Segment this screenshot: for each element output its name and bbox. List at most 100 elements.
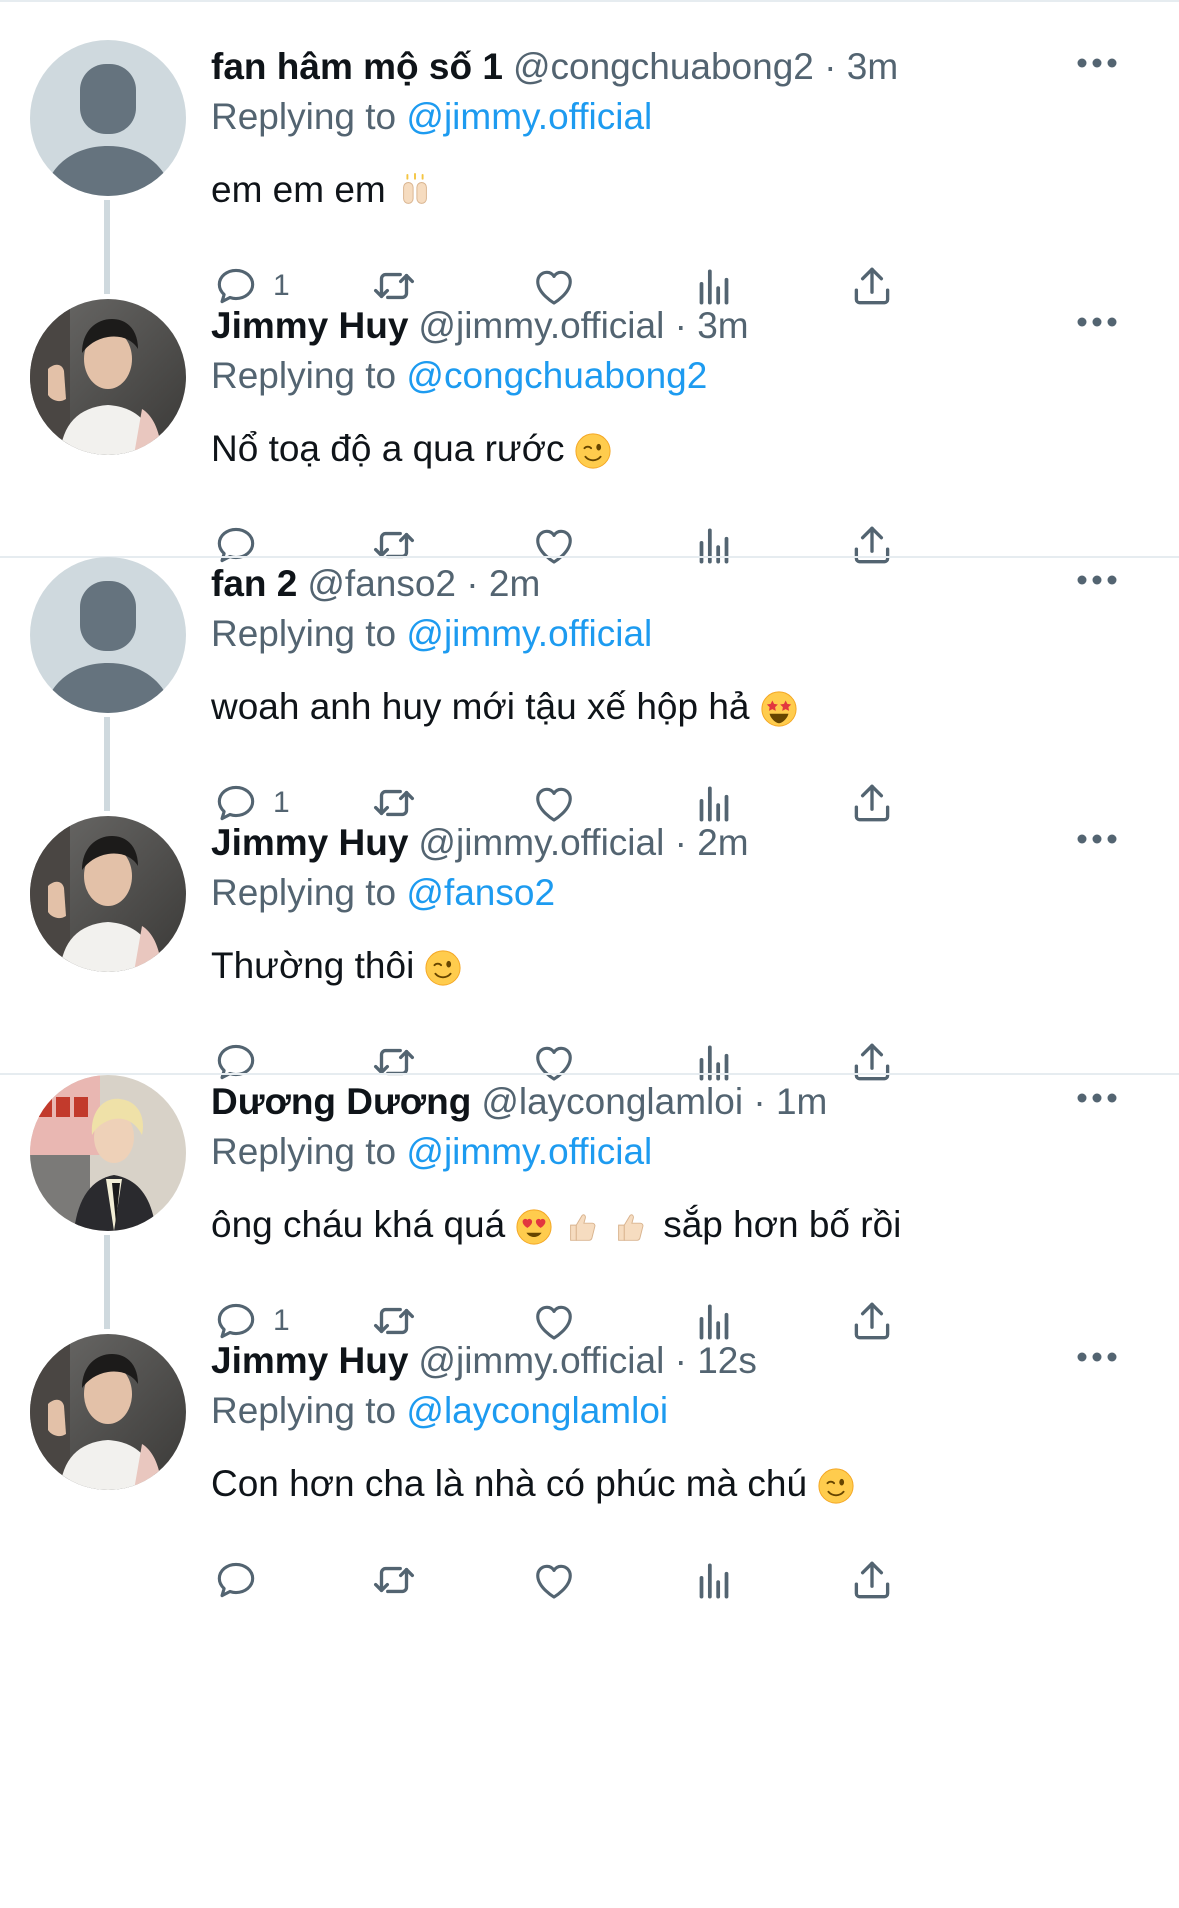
replying-to-label: Replying to: [211, 1390, 397, 1431]
author-meta: @jimmy.official · 12s: [418, 1340, 756, 1381]
reply-icon: [211, 1555, 261, 1605]
replying-to-handle-link[interactable]: @fanso2: [406, 872, 555, 913]
author-meta: @jimmy.official · 3m: [418, 305, 748, 346]
author-handle[interactable]: @jimmy.official: [418, 822, 664, 863]
tweet-text: Thường thôi: [211, 942, 462, 990]
replying-to-handle-link[interactable]: @jimmy.official: [406, 613, 652, 654]
tweet-text: woah anh huy mới tậu xế hộp hả: [211, 683, 798, 731]
tweet-time[interactable]: 3m: [697, 305, 748, 346]
meta-separator: ·: [743, 1081, 776, 1122]
tweet-text-body-after: sắp hơn bố rồi: [663, 1204, 902, 1245]
reply-count: 1: [273, 786, 290, 819]
replying-to-label: Replying to: [211, 96, 397, 137]
more-options-icon[interactable]: [1069, 1334, 1125, 1380]
tweet-text: Nổ toạ độ a qua rước: [211, 425, 612, 473]
author-handle[interactable]: @jimmy.official: [418, 1340, 664, 1381]
more-options-icon[interactable]: [1069, 816, 1125, 862]
tweet-header: fan 2 @fanso2 · 2m: [211, 561, 540, 607]
author-meta: @layconglamloi · 1m: [481, 1081, 827, 1122]
retweet-button[interactable]: [369, 1552, 419, 1608]
author-meta: @jimmy.official · 2m: [418, 822, 748, 863]
tweet-time[interactable]: 3m: [847, 46, 898, 87]
thumbs-up-emoji: [611, 1208, 649, 1246]
winking-face-emoji: [574, 432, 612, 470]
analytics-button[interactable]: [689, 1552, 739, 1608]
avatar[interactable]: [30, 1334, 186, 1490]
author-handle[interactable]: @congchuabong2: [513, 46, 814, 87]
replying-to-handle-link[interactable]: @congchuabong2: [406, 355, 707, 396]
tweet-text-body: ông cháu khá quá: [211, 1204, 506, 1245]
tweet-time[interactable]: 12s: [697, 1340, 757, 1381]
like-icon: [529, 1555, 579, 1605]
tweet-header: Jimmy Huy @jimmy.official · 12s: [211, 1338, 757, 1384]
winking-face-emoji: [817, 1467, 855, 1505]
share-icon: [847, 1555, 897, 1605]
author-handle[interactable]: @layconglamloi: [481, 1081, 743, 1122]
share-button[interactable]: [847, 1552, 897, 1608]
tweet-time[interactable]: 1m: [776, 1081, 827, 1122]
replying-to-label: Replying to: [211, 1131, 397, 1172]
meta-separator: ·: [813, 46, 847, 87]
tweet[interactable]: Jimmy Huy @jimmy.official · 12s Replying t…: [0, 1334, 1179, 1649]
tweet-text: em em em: [211, 166, 434, 214]
tweet-header: Jimmy Huy @jimmy.official · 3m: [211, 303, 749, 349]
author-handle[interactable]: @jimmy.official: [418, 305, 664, 346]
more-options-icon[interactable]: [1069, 1075, 1125, 1121]
replying-to: Replying to @jimmy.official: [211, 611, 652, 657]
reply-count: 1: [273, 1304, 290, 1337]
tweet-text-body: Thường thôi: [211, 945, 415, 986]
avatar[interactable]: [30, 557, 186, 713]
like-button[interactable]: [529, 1552, 579, 1608]
reply-count: 1: [273, 269, 290, 302]
tweet-text-body: Nổ toạ độ a qua rước: [211, 428, 565, 469]
tweet-header: fan hâm mộ số 1 @congchuabong2 · 3m: [211, 44, 898, 90]
author-name[interactable]: Dương Dương: [211, 1081, 471, 1122]
more-options-icon[interactable]: [1069, 557, 1125, 603]
avatar[interactable]: [30, 816, 186, 972]
reply-button[interactable]: [211, 1552, 261, 1608]
replying-to-label: Replying to: [211, 872, 397, 913]
tweet-time[interactable]: 2m: [697, 822, 748, 863]
author-name[interactable]: Jimmy Huy: [211, 822, 408, 863]
author-handle[interactable]: @fanso2: [307, 563, 456, 604]
replying-to-label: Replying to: [211, 355, 397, 396]
tweet-text: Con hơn cha là nhà có phúc mà chú: [211, 1460, 855, 1508]
retweet-icon: [369, 1555, 419, 1605]
avatar[interactable]: [30, 299, 186, 455]
meta-separator: ·: [664, 822, 698, 863]
replying-to-handle-link[interactable]: @jimmy.official: [406, 96, 652, 137]
tweet-text: ông cháu khá quá sắp hơn bố rồi: [211, 1201, 901, 1249]
heart-eyes-emoji: [515, 1208, 553, 1246]
replying-to-handle-link[interactable]: @jimmy.official: [406, 1131, 652, 1172]
tweet-header: Jimmy Huy @jimmy.official · 2m: [211, 820, 749, 866]
tweet-header: Dương Dương @layconglamloi · 1m: [211, 1079, 827, 1125]
tweet-text-body: Con hơn cha là nhà có phúc mà chú: [211, 1463, 808, 1504]
meta-separator: ·: [456, 563, 489, 604]
replying-to: Replying to @jimmy.official: [211, 94, 652, 140]
meta-separator: ·: [664, 1340, 698, 1381]
analytics-icon: [689, 1555, 739, 1605]
author-name[interactable]: fan 2: [211, 563, 297, 604]
tweet-actions: [211, 1552, 1141, 1608]
meta-separator: ·: [664, 305, 698, 346]
author-name[interactable]: fan hâm mộ số 1: [211, 46, 503, 87]
author-meta: @congchuabong2 · 3m: [513, 46, 898, 87]
author-name[interactable]: Jimmy Huy: [211, 1340, 408, 1381]
author-name[interactable]: Jimmy Huy: [211, 305, 408, 346]
more-options-icon[interactable]: [1069, 299, 1125, 345]
raising-hands-emoji: [396, 173, 434, 211]
replying-to: Replying to @fanso2: [211, 870, 555, 916]
replying-to-label: Replying to: [211, 613, 397, 654]
winking-face-emoji: [424, 949, 462, 987]
avatar[interactable]: [30, 1075, 186, 1231]
avatar[interactable]: [30, 40, 186, 196]
star-struck-emoji: [760, 690, 798, 728]
author-meta: @fanso2 · 2m: [307, 563, 540, 604]
tweet-time[interactable]: 2m: [489, 563, 540, 604]
tweet-text-body: woah anh huy mới tậu xế hộp hả: [211, 686, 750, 727]
replying-to: Replying to @jimmy.official: [211, 1129, 652, 1175]
replying-to-handle-link[interactable]: @layconglamloi: [406, 1390, 668, 1431]
more-options-icon[interactable]: [1069, 40, 1125, 86]
divider: [0, 0, 1179, 2]
replying-to: Replying to @congchuabong2: [211, 353, 707, 399]
